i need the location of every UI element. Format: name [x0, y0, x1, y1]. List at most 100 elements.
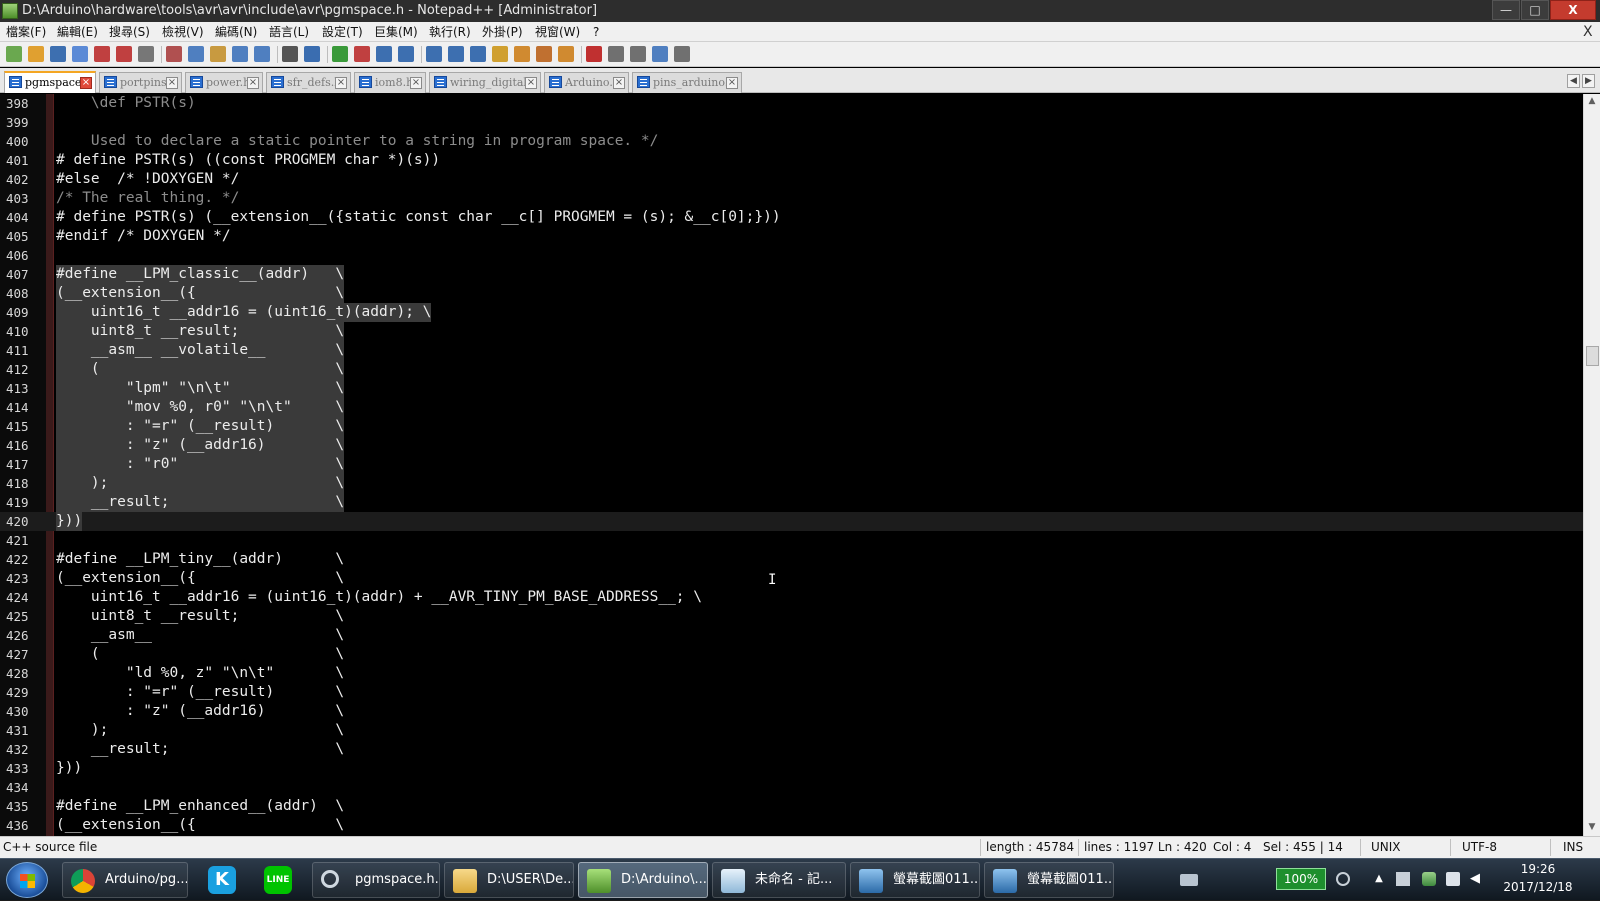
indent-guide-icon[interactable]: [470, 46, 486, 62]
notepad-plus-plus-app-icon[interactable]: [2, 3, 18, 19]
code-text[interactable]: : "=r" (__result) \: [56, 417, 345, 436]
code-line[interactable]: 415 : "=r" (__result) \: [0, 417, 1583, 436]
code-line[interactable]: 400 Used to declare a static pointer to …: [0, 132, 1583, 151]
code-line[interactable]: 401 # define PSTR(s) ((const PROGMEM char…: [0, 151, 1583, 170]
save-macro-icon[interactable]: [674, 46, 690, 62]
code-text[interactable]: uint8_t __result; \: [56, 322, 345, 341]
code-line[interactable]: 423 (__extension__({ \: [0, 569, 1583, 588]
code-text[interactable]: #define __LPM_enhanced__(addr) \: [56, 797, 344, 816]
line-number[interactable]: 430: [6, 702, 36, 721]
line-number[interactable]: 402: [6, 170, 36, 189]
sync-vertical-icon[interactable]: [376, 46, 392, 62]
find-icon[interactable]: [282, 46, 298, 62]
code-text[interactable]: })): [56, 512, 83, 531]
line-number[interactable]: 416: [6, 436, 36, 455]
code-line[interactable]: 425 uint8_t __result; \: [0, 607, 1583, 626]
code-line[interactable]: 412 ( \: [0, 360, 1583, 379]
code-line[interactable]: 403 /* The real thing. */: [0, 189, 1583, 208]
code-line[interactable]: 428 "ld %0, z" "\n\t" \: [0, 664, 1583, 683]
code-line[interactable]: 411 __asm__ __volatile__ \: [0, 341, 1583, 360]
code-text[interactable]: "ld %0, z" "\n\t" \: [56, 664, 344, 683]
tab-wiring-digital-c[interactable]: wiring_digital.c ×: [429, 72, 541, 93]
code-line[interactable]: 430 : "z" (__addr16) \: [0, 702, 1583, 721]
vertical-scrollbar[interactable]: ▲ ▼: [1583, 94, 1600, 836]
monitoring-icon[interactable]: [558, 46, 574, 62]
network-icon[interactable]: [1422, 872, 1436, 886]
code-text[interactable]: Used to declare a static pointer to a st…: [56, 132, 658, 151]
tab-iom8-h[interactable]: iom8.h ×: [354, 72, 426, 93]
taskbar-explorer[interactable]: D:\USER\De...: [444, 862, 574, 898]
line-number[interactable]: 405: [6, 227, 36, 246]
code-text[interactable]: \def PSTR(s): [56, 94, 196, 113]
line-number[interactable]: 431: [6, 721, 36, 740]
code-text[interactable]: ); \: [56, 474, 345, 493]
code-line[interactable]: 417 : "r0" \: [0, 455, 1583, 474]
code-line[interactable]: 431 ); \: [0, 721, 1583, 740]
code-text[interactable]: # define PSTR(s) ((const PROGMEM char *)…: [56, 151, 440, 170]
tab-close-icon[interactable]: ×: [247, 77, 259, 89]
code-line[interactable]: 422 #define __LPM_tiny__(addr) \: [0, 550, 1583, 569]
menu-settings[interactable]: 設定(T): [318, 22, 367, 42]
code-line[interactable]: 420})): [0, 512, 1583, 531]
show-all-chars-icon[interactable]: [448, 46, 464, 62]
taskbar-chrome[interactable]: Arduino/pg...: [62, 862, 188, 898]
redo-icon[interactable]: [254, 46, 270, 62]
close-document-icon[interactable]: X: [1583, 22, 1593, 42]
code-text[interactable]: /* The real thing. */: [56, 189, 239, 208]
line-number[interactable]: 407: [6, 265, 36, 284]
menu-macro[interactable]: 巨集(M): [370, 22, 422, 42]
code-text[interactable]: __result; \: [56, 493, 345, 512]
menu-file[interactable]: 檔案(F): [2, 22, 50, 42]
scroll-up-icon[interactable]: ▲: [1587, 96, 1597, 106]
code-line[interactable]: 427 ( \: [0, 645, 1583, 664]
menu-search[interactable]: 搜尋(S): [105, 22, 154, 42]
tab-power-h[interactable]: power.h ×: [185, 72, 263, 93]
code-text[interactable]: # define PSTR(s) (__extension__({static …: [56, 208, 781, 227]
menu-encoding[interactable]: 編碼(N): [211, 22, 261, 42]
line-number[interactable]: 412: [6, 360, 36, 379]
line-number[interactable]: 422: [6, 550, 36, 569]
line-number[interactable]: 428: [6, 664, 36, 683]
code-text[interactable]: ); \: [56, 721, 344, 740]
code-line[interactable]: 435 #define __LPM_enhanced__(addr) \: [0, 797, 1583, 816]
function-list-icon[interactable]: [536, 46, 552, 62]
line-number[interactable]: 414: [6, 398, 36, 417]
save-icon[interactable]: [50, 46, 66, 62]
save-all-icon[interactable]: [72, 46, 88, 62]
code-text[interactable]: ( \: [56, 645, 344, 664]
code-text[interactable]: : "r0" \: [56, 455, 345, 474]
power-icon[interactable]: [1446, 872, 1460, 886]
close-icon[interactable]: [94, 46, 110, 62]
line-number[interactable]: 410: [6, 322, 36, 341]
menu-language[interactable]: 語言(L): [265, 22, 313, 42]
tab-arduino-h[interactable]: Arduino.h ×: [544, 72, 629, 93]
code-text[interactable]: : "z" (__addr16) \: [56, 702, 344, 721]
record-macro-icon[interactable]: [586, 46, 602, 62]
code-text[interactable]: uint8_t __result; \: [56, 607, 344, 626]
code-line[interactable]: 402 #else /* !DOXYGEN */: [0, 170, 1583, 189]
code-text[interactable]: })): [56, 759, 82, 778]
battery-indicator[interactable]: 100%: [1276, 868, 1326, 890]
stop-record-icon[interactable]: [608, 46, 624, 62]
line-number[interactable]: 413: [6, 379, 36, 398]
code-text[interactable]: __asm__ \: [56, 626, 344, 645]
code-text[interactable]: ( \: [56, 360, 345, 379]
taskbar-image-viewer-1[interactable]: 螢幕截圖011...: [850, 862, 980, 898]
code-text[interactable]: (__extension__({ \: [56, 284, 345, 303]
code-line[interactable]: 426 __asm__ \: [0, 626, 1583, 645]
start-button[interactable]: [6, 862, 48, 898]
line-number[interactable]: 429: [6, 683, 36, 702]
line-number[interactable]: 433: [6, 759, 36, 778]
taskbar-notepad[interactable]: 未命名 - 記...: [712, 862, 846, 898]
line-number[interactable]: 434: [6, 778, 36, 797]
tab-close-icon[interactable]: ×: [166, 77, 178, 89]
code-line[interactable]: 398 \def PSTR(s): [0, 94, 1583, 113]
line-number[interactable]: 409: [6, 303, 36, 322]
line-number[interactable]: 420: [6, 512, 36, 531]
copy-icon[interactable]: [188, 46, 204, 62]
zoom-in-icon[interactable]: [332, 46, 348, 62]
play-multiple-icon[interactable]: [652, 46, 668, 62]
replace-icon[interactable]: [304, 46, 320, 62]
line-number[interactable]: 399: [6, 113, 36, 132]
tab-sfr-defs-h[interactable]: sfr_defs.h ×: [266, 72, 351, 93]
